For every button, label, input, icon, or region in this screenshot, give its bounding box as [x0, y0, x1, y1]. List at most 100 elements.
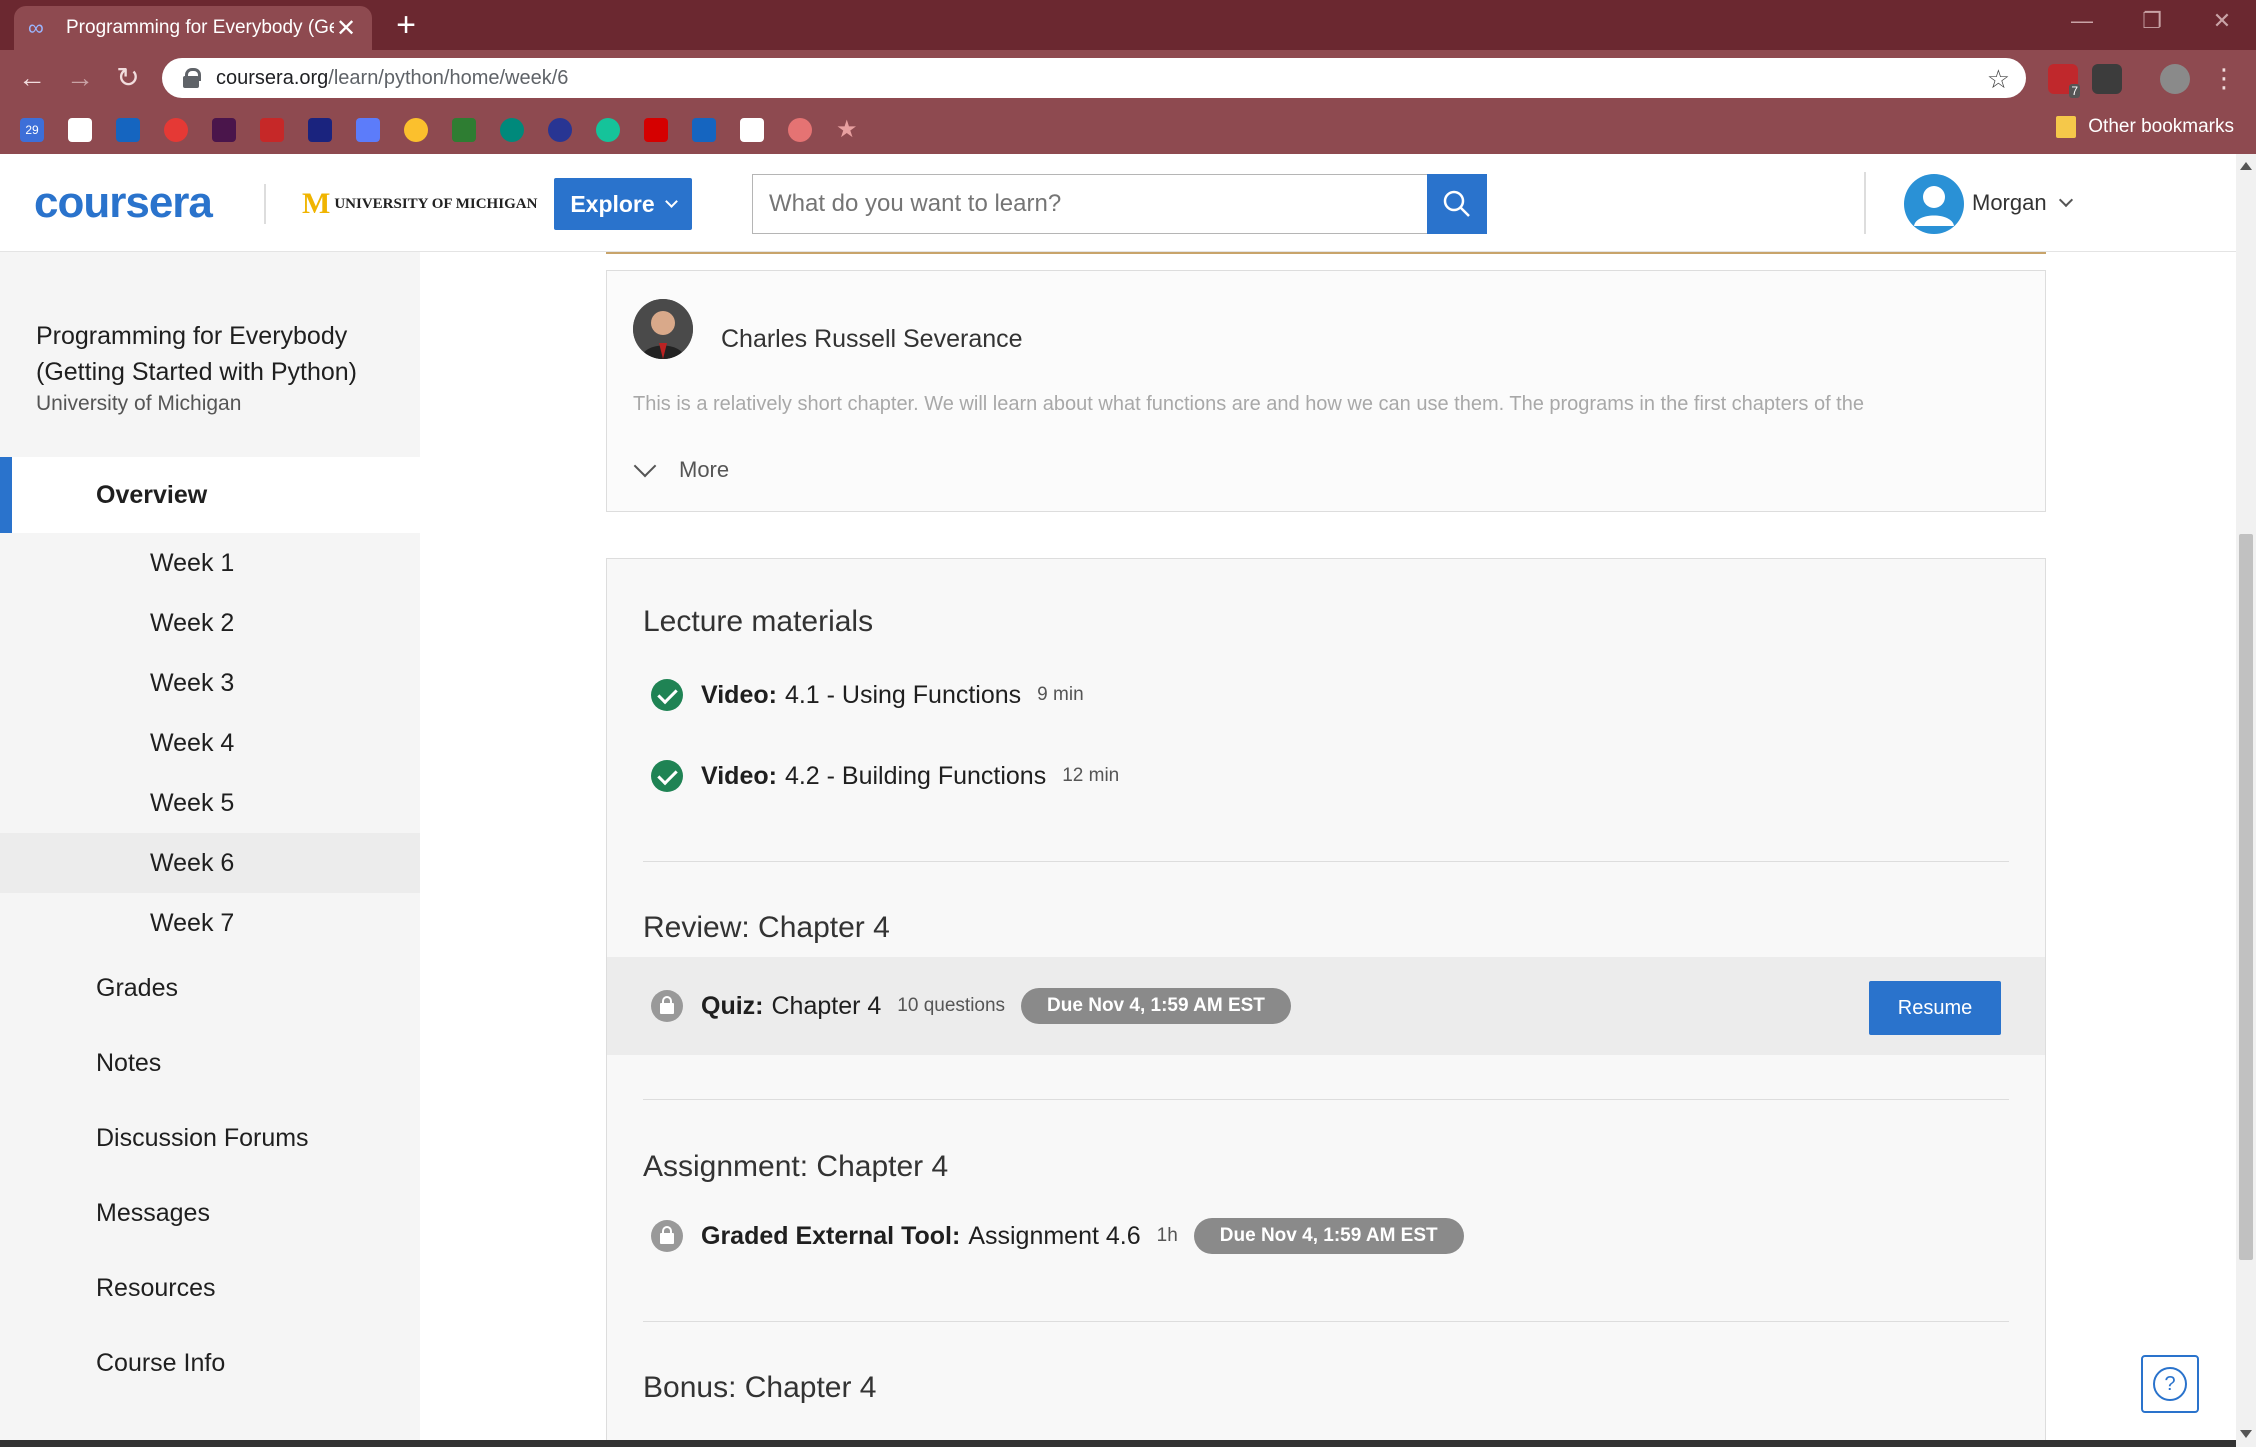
assignment-item[interactable]: Graded External Tool: Assignment 4.6 1h …: [651, 1218, 1464, 1254]
forward-icon[interactable]: →: [62, 60, 98, 96]
extension-icon[interactable]: [2092, 64, 2122, 94]
sidebar-item-week-1[interactable]: Week 1: [0, 533, 420, 593]
address-bar[interactable]: coursera.org/learn/python/home/week/6 ☆: [162, 58, 2026, 98]
profile-avatar-icon[interactable]: [2160, 64, 2190, 94]
sidebar-item-overview[interactable]: Overview: [0, 457, 420, 533]
user-menu[interactable]: Morgan: [1972, 190, 2073, 216]
sidebar-item-grades[interactable]: Grades: [96, 974, 178, 1003]
bookmark-icon-10[interactable]: [452, 118, 476, 142]
active-indicator: [0, 457, 12, 533]
search-button[interactable]: [1427, 174, 1487, 234]
tab-close-icon[interactable]: ✕: [334, 14, 358, 43]
sidebar-item-week-4[interactable]: Week 4: [0, 713, 420, 773]
window-close-icon[interactable]: ✕: [2202, 8, 2242, 34]
bookmarks-bar: 29 ★ Other bookmarks: [0, 106, 2256, 154]
bookmark-icon-17[interactable]: [788, 118, 812, 142]
coursera-bookmark-icon[interactable]: [356, 118, 380, 142]
browser-tab[interactable]: ∞ Programming for Everybody (Get ✕: [14, 6, 372, 50]
search-input[interactable]: [752, 174, 1428, 234]
bookmark-icon-16[interactable]: [740, 118, 764, 142]
sidebar-item-week-2[interactable]: Week 2: [0, 593, 420, 653]
sidebar-item-resources[interactable]: Resources: [96, 1274, 216, 1303]
sidebar-item-week-5[interactable]: Week 5: [0, 773, 420, 833]
assignment-heading: Assignment: Chapter 4: [643, 1150, 949, 1183]
sidebar-item-week-3[interactable]: Week 3: [0, 653, 420, 713]
due-date-badge: Due Nov 4, 1:59 AM EST: [1193, 1218, 1464, 1254]
grammarly-bookmark-icon[interactable]: [596, 118, 620, 142]
page-scrollbar[interactable]: [2236, 154, 2256, 1447]
sidebar-item-label: Week 2: [150, 609, 235, 637]
resume-button[interactable]: Resume: [1869, 981, 2001, 1035]
bookmark-icon-11[interactable]: [500, 118, 524, 142]
materials-card: Lecture materials Video: 4.1 - Using Fun…: [606, 558, 2046, 1447]
minimize-icon[interactable]: —: [2062, 8, 2102, 34]
completed-check-icon: [651, 760, 683, 792]
bookmark-star-icon[interactable]: ☆: [1987, 64, 2010, 95]
search-icon: [1443, 190, 1470, 217]
sidebar-item-label: Week 3: [150, 669, 235, 697]
gmail-bookmark-icon[interactable]: [68, 118, 92, 142]
sidebar-item-discussion-forums[interactable]: Discussion Forums: [96, 1124, 309, 1153]
browser-menu-icon[interactable]: ⋮: [2206, 60, 2242, 96]
lecture-item[interactable]: Video: 4.1 - Using Functions 9 min: [651, 679, 1084, 711]
header-divider: [264, 184, 266, 224]
course-title[interactable]: Programming for Everybody (Getting Start…: [36, 318, 396, 390]
help-button[interactable]: ?: [2141, 1355, 2199, 1413]
main-content: Charles Russell Severance This is a rela…: [420, 252, 2236, 1447]
sidebar-item-week-7[interactable]: Week 7: [0, 893, 420, 953]
item-duration: 9 min: [1037, 684, 1084, 705]
ublock-extension-icon[interactable]: 7: [2048, 64, 2080, 98]
slack-bookmark-icon[interactable]: [212, 118, 236, 142]
outlook-bookmark-icon-2[interactable]: [692, 118, 716, 142]
extension-badge: 7: [2069, 84, 2080, 98]
chevron-down-icon: [664, 194, 678, 208]
quiz-item[interactable]: Quiz: Chapter 4 10 questions Due Nov 4, …: [651, 988, 1291, 1024]
coursera-logo[interactable]: coursera: [34, 178, 213, 228]
sidebar-item-week-6[interactable]: Week 6: [0, 833, 420, 893]
outlook-bookmark-icon[interactable]: [116, 118, 140, 142]
bookmark-icon-6[interactable]: [260, 118, 284, 142]
sidebar-item-notes[interactable]: Notes: [96, 1049, 161, 1078]
section-divider: [643, 1321, 2009, 1322]
lecture-item[interactable]: Video: 4.2 - Building Functions 12 min: [651, 760, 1119, 792]
url-host: coursera.org: [216, 66, 329, 89]
other-bookmarks-label: Other bookmarks: [2088, 116, 2234, 137]
quiz-row: Quiz: Chapter 4 10 questions Due Nov 4, …: [607, 957, 2045, 1055]
item-kind: Quiz:: [701, 991, 764, 1020]
other-bookmarks[interactable]: Other bookmarks: [2056, 116, 2234, 138]
instructor-card: Charles Russell Severance This is a rela…: [606, 270, 2046, 512]
new-tab-icon[interactable]: +: [388, 8, 424, 44]
pv-bookmark-icon[interactable]: [308, 118, 332, 142]
sidebar-item-course-info[interactable]: Course Info: [96, 1349, 225, 1378]
username-label: Morgan: [1972, 190, 2047, 215]
sidebar-item-label: Overview: [96, 481, 208, 509]
more-label: More: [679, 457, 730, 482]
item-name: Assignment 4.6: [968, 1221, 1141, 1250]
star-bookmark-icon[interactable]: ★: [836, 118, 860, 142]
bookmark-icon-4[interactable]: [164, 118, 188, 142]
umich-logo[interactable]: M UNIVERSITY OF MICHIGAN: [302, 187, 537, 220]
calendar-bookmark-icon[interactable]: 29: [20, 118, 44, 142]
reload-icon[interactable]: ↻: [110, 60, 146, 96]
explore-label: Explore: [570, 190, 655, 217]
browser-toolbar: ← → ↻ coursera.org/learn/python/home/wee…: [0, 50, 2256, 106]
back-icon[interactable]: ←: [14, 60, 50, 96]
more-toggle[interactable]: More: [633, 454, 730, 483]
scroll-up-icon[interactable]: [2240, 162, 2252, 170]
course-sidebar: Programming for Everybody (Getting Start…: [0, 252, 420, 1447]
restore-icon[interactable]: ❐: [2132, 8, 2172, 34]
explore-button[interactable]: Explore: [554, 178, 692, 230]
bookmark-icon-14[interactable]: [644, 118, 668, 142]
umich-m-icon: M: [302, 187, 331, 220]
scroll-thumb[interactable]: [2239, 534, 2253, 1260]
scroll-down-icon[interactable]: [2240, 1430, 2252, 1438]
bookmark-icon-12[interactable]: [548, 118, 572, 142]
coursera-favicon-icon: ∞: [28, 15, 44, 40]
sidebar-item-messages[interactable]: Messages: [96, 1199, 210, 1228]
url-path: /learn/python/home/week/6: [328, 66, 569, 89]
item-duration: 1h: [1156, 1225, 1178, 1246]
bottom-strip: [0, 1440, 2236, 1447]
folder-icon: [2056, 116, 2077, 138]
user-avatar-icon[interactable]: [1904, 174, 1964, 234]
bookmark-icon-9[interactable]: [404, 118, 428, 142]
